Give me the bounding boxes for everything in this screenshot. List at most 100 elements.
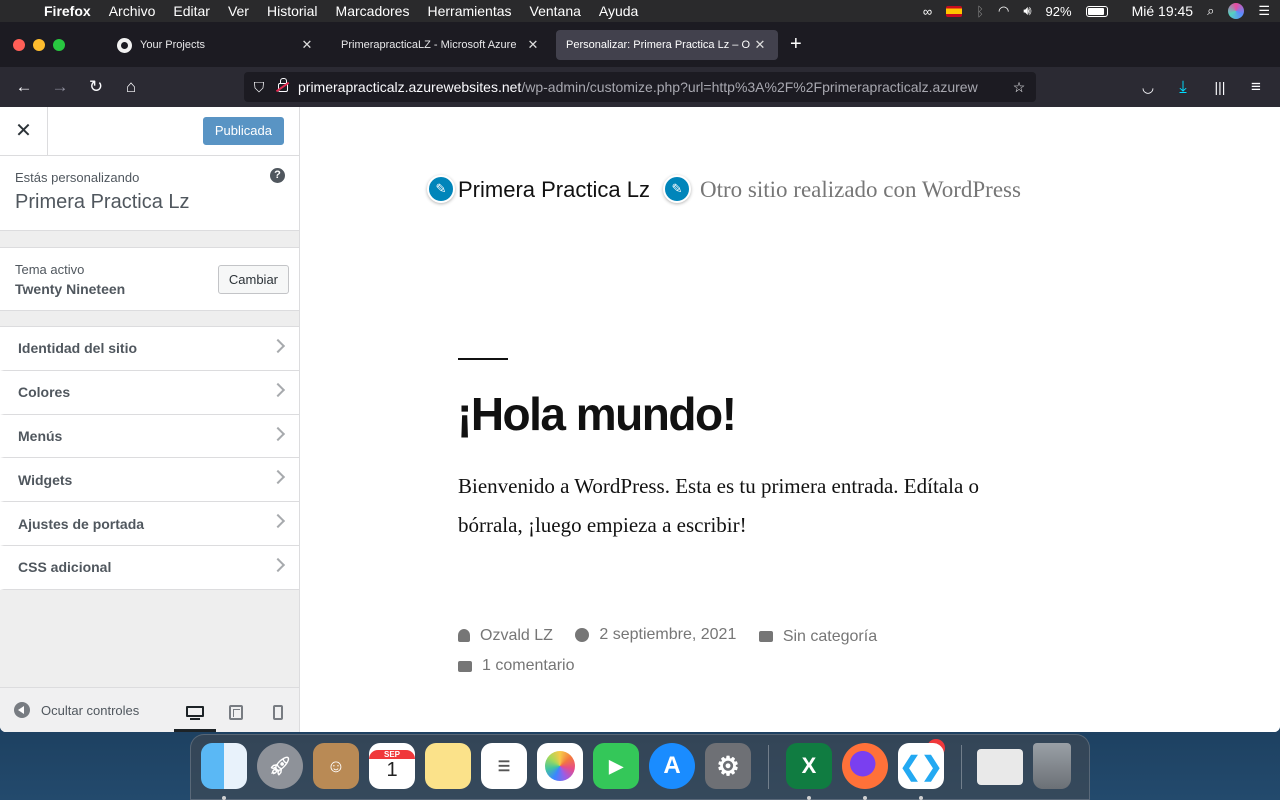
mobile-device-icon[interactable] xyxy=(273,705,283,720)
tab-your-projects[interactable]: Your Projects ✕ xyxy=(107,30,325,60)
minimize-window-button[interactable] xyxy=(33,39,45,51)
finder-icon[interactable] xyxy=(201,743,247,789)
system-preferences-icon[interactable]: ⚙ xyxy=(705,743,751,789)
edit-site-title-pencil-icon[interactable]: ✎ xyxy=(427,175,455,203)
calendar-day: 1 xyxy=(386,759,398,781)
hide-controls-button[interactable]: Ocultar controles xyxy=(41,703,139,718)
running-indicator xyxy=(807,796,811,800)
customizer-footer: Ocultar controles xyxy=(0,687,299,732)
input-source-flag-icon[interactable] xyxy=(946,5,963,17)
minimized-window-thumbnail[interactable] xyxy=(977,749,1023,785)
customizing-label: Estás personalizando xyxy=(15,170,140,185)
volume-icon[interactable]: 🔊︎ xyxy=(1023,3,1031,19)
back-icon[interactable]: ← xyxy=(12,75,36,99)
collapse-sidebar-icon[interactable] xyxy=(14,702,30,718)
post-body: Bienvenido a WordPress. Esta es tu prime… xyxy=(458,474,980,537)
clock-icon xyxy=(575,628,590,642)
menu-hamburger-icon[interactable]: ≡ xyxy=(1244,75,1268,99)
tab-customizer[interactable]: Personalizar: Primera Practica Lz – O ✕ xyxy=(556,30,778,60)
calendar-icon[interactable]: SEP 1 xyxy=(369,743,415,789)
publish-button[interactable]: Publicada xyxy=(202,117,284,145)
menu-app-firefox[interactable]: Firefox xyxy=(40,3,100,19)
meta-author[interactable]: Ozvald LZ xyxy=(458,622,553,650)
menu-herramientas[interactable]: Herramientas xyxy=(418,3,520,19)
firefox-icon[interactable] xyxy=(842,743,888,789)
menu-ventana[interactable]: Ventana xyxy=(521,3,590,19)
url-text[interactable]: primerapracticalz.azurewebsites.net/wp-a… xyxy=(298,79,988,95)
bluetooth-icon[interactable]: ᛒ xyxy=(976,4,984,19)
menu-ayuda[interactable]: Ayuda xyxy=(590,3,647,19)
help-icon[interactable]: ? xyxy=(270,168,285,183)
comment-count: 1 comentario xyxy=(482,657,575,674)
section-homepage-settings[interactable]: Ajustes de portada xyxy=(0,502,299,546)
notes-icon[interactable] xyxy=(425,743,471,789)
launchpad-icon[interactable]: 🚀︎ xyxy=(257,743,303,789)
post-category: Sin categoría xyxy=(782,627,878,645)
post-title[interactable]: ¡Hola mundo! xyxy=(457,387,737,441)
meta-comments[interactable]: 1 comentario xyxy=(458,652,575,680)
forward-icon[interactable]: → xyxy=(48,75,72,99)
meta-category[interactable]: Sin categoría xyxy=(758,623,878,651)
chevron-right-icon xyxy=(270,426,286,441)
vscode-icon[interactable]: ❮❯ xyxy=(898,743,944,789)
customizer-header: ✕ Publicada xyxy=(0,107,299,156)
menu-ver[interactable]: Ver xyxy=(219,3,258,19)
site-preview: ✎ Primera Practica Lz ✎ Otro sitio reali… xyxy=(300,107,1280,732)
bookmark-star-icon[interactable]: ☆ xyxy=(1008,79,1030,96)
desktop-device-icon[interactable] xyxy=(186,706,204,720)
trash-icon[interactable] xyxy=(1033,743,1071,789)
site-title[interactable]: Primera Practica Lz xyxy=(458,177,650,203)
reload-icon[interactable]: ↻ xyxy=(84,75,108,99)
macos-dock: 🚀︎ ☺ SEP 1 ☰ ▶ A ⚙ 1 X ❮❯ xyxy=(190,734,1090,800)
home-icon[interactable]: ⌂ xyxy=(119,75,143,99)
section-widgets[interactable]: Widgets xyxy=(0,458,299,503)
battery-percent[interactable]: 92% xyxy=(1046,4,1072,19)
menu-editar[interactable]: Editar xyxy=(164,3,219,19)
pocket-icon[interactable]: ◡ xyxy=(1136,75,1160,99)
creative-cloud-icon[interactable]: ∞ xyxy=(923,4,932,19)
tablet-device-icon[interactable] xyxy=(229,705,243,720)
reminders-icon[interactable]: ☰ xyxy=(481,743,527,789)
section-colors[interactable]: Colores xyxy=(0,370,299,415)
shield-icon[interactable]: ⛉ xyxy=(248,79,270,96)
new-tab-icon[interactable]: + xyxy=(790,34,802,54)
menu-historial[interactable]: Historial xyxy=(258,3,327,19)
site-description: Otro sitio realizado con WordPress xyxy=(700,177,1021,202)
menu-marcadores[interactable]: Marcadores xyxy=(327,3,419,19)
facetime-icon[interactable]: ▶ xyxy=(593,743,639,789)
url-bar[interactable]: ⛉ primerapracticalz.azurewebsites.net/wp… xyxy=(244,72,1036,102)
insecure-lock-icon[interactable] xyxy=(278,77,288,92)
downloads-icon[interactable]: ⤓ xyxy=(1171,75,1195,99)
navigation-toolbar: ← → ↻ ⌂ ⛉ primerapracticalz.azurewebsite… xyxy=(0,67,1280,107)
change-theme-button[interactable]: Cambiar xyxy=(217,265,289,294)
edit-tagline-pencil-icon[interactable]: ✎ xyxy=(663,175,691,203)
tab-bar: Your Projects ✕ PrimerapracticaLZ - Micr… xyxy=(0,22,1280,67)
wifi-icon[interactable]: ◠ xyxy=(998,3,1009,19)
siri-icon[interactable] xyxy=(1228,3,1245,19)
excel-icon[interactable]: X xyxy=(786,743,832,789)
tab-azure[interactable]: PrimerapracticaLZ - Microsoft Azure ✕ xyxy=(331,30,551,60)
close-tab-icon[interactable]: ✕ xyxy=(525,37,541,53)
library-icon[interactable]: ||| xyxy=(1208,75,1232,99)
zoom-window-button[interactable] xyxy=(53,39,65,51)
section-additional-css[interactable]: CSS adicional xyxy=(0,545,299,590)
close-window-button[interactable] xyxy=(13,39,25,51)
spotlight-search-icon[interactable]: ⌕ xyxy=(1207,3,1214,19)
section-menus[interactable]: Menús xyxy=(0,414,299,459)
meta-date[interactable]: 2 septiembre, 2021 xyxy=(575,621,736,649)
app-store-icon[interactable]: A xyxy=(649,743,695,789)
dock-divider xyxy=(961,745,962,789)
dock-divider xyxy=(768,745,769,789)
menu-archivo[interactable]: Archivo xyxy=(100,3,165,19)
close-tab-icon[interactable]: ✕ xyxy=(752,37,768,53)
close-customizer-icon[interactable]: ✕ xyxy=(0,107,48,155)
clock[interactable]: Mié 19:45 xyxy=(1132,3,1193,19)
close-tab-icon[interactable]: ✕ xyxy=(299,37,315,53)
photos-icon[interactable] xyxy=(537,743,583,789)
contacts-icon[interactable]: ☺ xyxy=(313,743,359,789)
section-site-identity[interactable]: Identidad del sitio xyxy=(0,327,299,371)
notification-center-icon[interactable]: ☰ xyxy=(1258,3,1270,19)
active-theme-panel: Tema activo Twenty Nineteen Cambiar xyxy=(0,247,299,311)
section-label: Widgets xyxy=(18,471,73,488)
battery-icon[interactable] xyxy=(1085,5,1108,17)
